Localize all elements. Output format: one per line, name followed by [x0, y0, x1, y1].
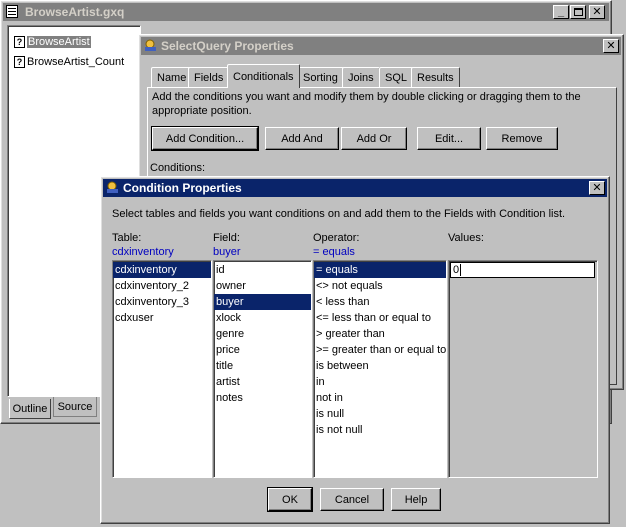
tab-label: Joins — [348, 71, 374, 84]
maximize-button[interactable] — [570, 5, 586, 19]
tab-fields[interactable]: Fields — [188, 67, 230, 87]
query-icon: ? — [14, 36, 25, 48]
list-item[interactable]: <> not equals — [314, 278, 446, 294]
list-item[interactable]: cdxinventory — [113, 262, 211, 278]
conditions-label: Conditions: — [150, 162, 206, 174]
select-query-titlebar[interactable]: SelectQuery Properties ✕ — [141, 37, 621, 55]
list-item[interactable]: owner — [214, 278, 311, 294]
close-button[interactable]: ✕ — [589, 181, 605, 195]
values-input-text: 0 — [453, 264, 460, 276]
tab-label: SQL — [385, 71, 408, 84]
query-icon: ? — [14, 56, 25, 68]
button-label: OK — [282, 493, 298, 506]
tab-conditionals[interactable]: Conditionals — [227, 64, 300, 88]
tree-item-label: BrowseArtist — [27, 36, 91, 48]
list-item[interactable]: genre — [214, 326, 311, 342]
field-current-value: buyer — [213, 246, 241, 258]
button-label: Add Condition... — [165, 132, 245, 145]
condition-properties-dialog: Condition Properties ✕ Select tables and… — [100, 176, 610, 524]
condition-instructions: Select tables and fields you want condit… — [112, 208, 566, 220]
tab-label: Results — [417, 71, 454, 84]
tab-sql[interactable]: SQL — [379, 67, 414, 87]
tab-sorting[interactable]: Sorting — [297, 67, 344, 87]
list-item[interactable]: title — [214, 358, 311, 374]
tab-joins[interactable]: Joins — [342, 67, 380, 87]
tab-results[interactable]: Results — [411, 67, 460, 87]
close-button[interactable]: ✕ — [603, 39, 619, 53]
table-current-value: cdxinventory — [112, 246, 174, 258]
edit-button[interactable]: Edit... — [417, 127, 481, 150]
list-item[interactable]: notes — [214, 390, 311, 406]
field-label: Field: — [213, 232, 240, 244]
tree-item-label: BrowseArtist_Count — [27, 56, 125, 68]
button-label: Edit... — [434, 132, 464, 145]
list-item[interactable]: is null — [314, 406, 446, 422]
tab-label: Source — [57, 400, 93, 413]
list-item[interactable]: cdxuser — [113, 310, 211, 326]
conditionals-instructions: Add the conditions you want and modify t… — [152, 91, 581, 117]
close-button[interactable]: ✕ — [589, 5, 605, 19]
tab-label: Conditionals — [233, 70, 294, 83]
minimize-button[interactable]: _ — [553, 5, 569, 19]
browse-artist-titlebar[interactable]: BrowseArtist.gxq _ ✕ — [3, 3, 609, 21]
list-item[interactable]: > greater than — [314, 326, 446, 342]
operator-label: Operator: — [313, 232, 360, 244]
field-list[interactable]: id owner buyer xlock genre price title a… — [213, 260, 312, 478]
list-item[interactable]: in — [314, 374, 446, 390]
document-icon — [6, 5, 18, 18]
button-label: Cancel — [334, 493, 370, 506]
remove-button[interactable]: Remove — [486, 127, 558, 150]
app-icon — [144, 39, 157, 52]
tab-label: Sorting — [303, 71, 338, 84]
list-item[interactable]: not in — [314, 390, 446, 406]
tab-label: Outline — [12, 402, 48, 415]
operator-list[interactable]: = equals <> not equals < less than <= le… — [313, 260, 447, 478]
list-item[interactable]: buyer — [214, 294, 311, 310]
add-and-button[interactable]: Add And — [265, 127, 339, 150]
tab-name[interactable]: Name — [151, 67, 193, 87]
list-item[interactable]: <= less than or equal to — [314, 310, 446, 326]
list-item[interactable]: is between — [314, 358, 446, 374]
tree-item-browseartist-count[interactable]: ? BrowseArtist_Count — [14, 54, 124, 70]
operator-current-value: = equals — [313, 246, 355, 258]
add-or-button[interactable]: Add Or — [341, 127, 407, 150]
list-item[interactable]: cdxinventory_2 — [113, 278, 211, 294]
values-label: Values: — [448, 232, 484, 244]
button-label: Remove — [501, 132, 543, 145]
list-item[interactable]: < less than — [314, 294, 446, 310]
table-list[interactable]: cdxinventory cdxinventory_2 cdxinventory… — [112, 260, 212, 478]
add-condition-button[interactable]: Add Condition... — [151, 126, 259, 151]
list-item[interactable]: xlock — [214, 310, 311, 326]
tab-label: Name — [157, 71, 187, 84]
values-panel: 0 — [448, 260, 598, 478]
list-item[interactable]: artist — [214, 374, 311, 390]
dialog-title: Condition Properties — [123, 181, 242, 195]
list-item[interactable]: id — [214, 262, 311, 278]
list-item[interactable]: cdxinventory_3 — [113, 294, 211, 310]
list-item[interactable]: price — [214, 342, 311, 358]
list-item[interactable]: >= greater than or equal to — [314, 342, 446, 358]
tab-label: Fields — [194, 71, 224, 84]
tab-strip: Name Fields Conditionals Sorting Joins S… — [151, 64, 611, 89]
help-button[interactable]: Help — [391, 488, 441, 511]
button-label: Add Or — [356, 132, 392, 145]
button-label: Help — [404, 493, 428, 506]
condition-properties-titlebar[interactable]: Condition Properties ✕ — [103, 179, 607, 197]
tree-item-browseartist[interactable]: ? BrowseArtist — [14, 34, 91, 50]
tab-outline[interactable]: Outline — [9, 399, 51, 419]
table-label: Table: — [112, 232, 142, 244]
tab-source[interactable]: Source — [53, 397, 97, 417]
app-icon — [106, 181, 119, 194]
list-item[interactable]: = equals — [314, 262, 446, 278]
list-item[interactable]: is not null — [314, 422, 446, 438]
dialog-title: SelectQuery Properties — [161, 39, 294, 53]
text-cursor — [460, 264, 462, 276]
window-title: BrowseArtist.gxq — [25, 5, 125, 19]
cancel-button[interactable]: Cancel — [320, 488, 384, 511]
values-input[interactable]: 0 — [450, 262, 595, 278]
ok-button[interactable]: OK — [267, 487, 313, 512]
button-label: Add And — [281, 132, 323, 145]
